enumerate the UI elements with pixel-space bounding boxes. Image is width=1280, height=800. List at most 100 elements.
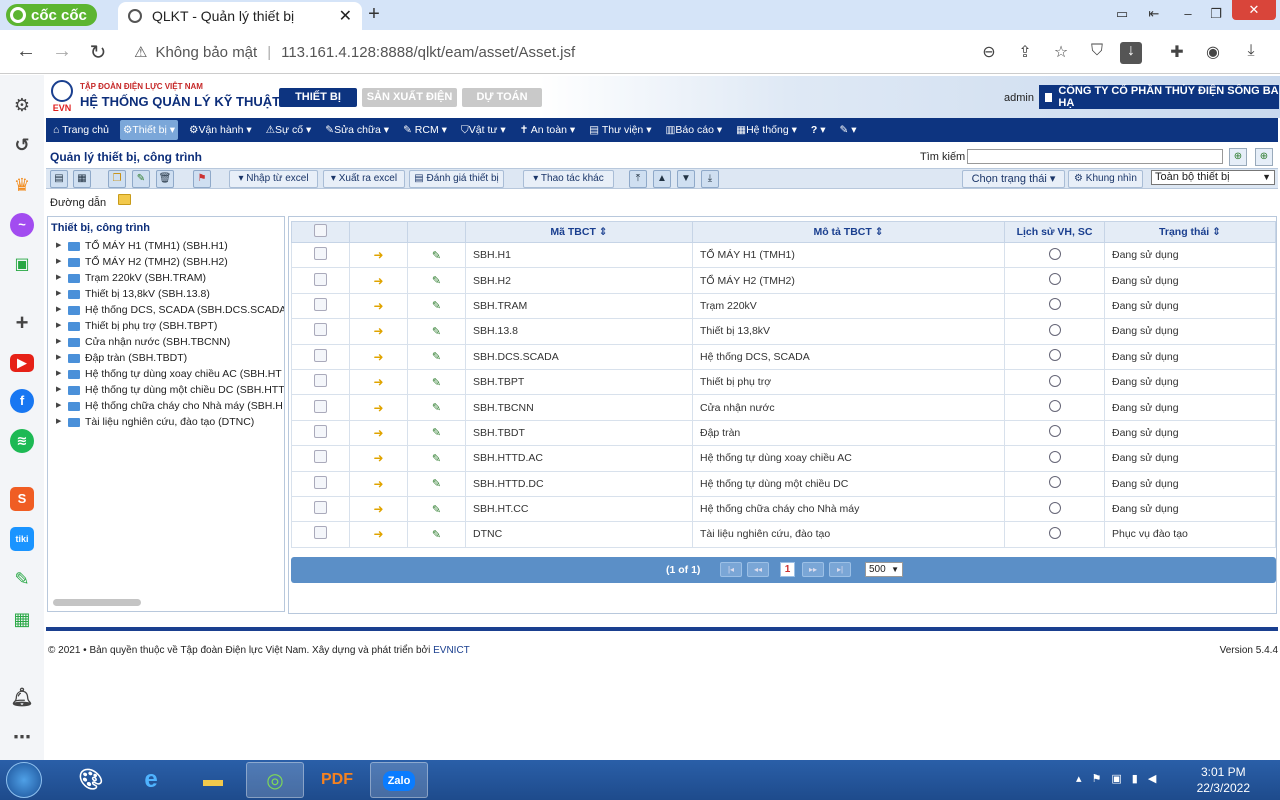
- tool-icon[interactable]: ✎: [10, 567, 34, 591]
- back-icon[interactable]: ←: [14, 40, 38, 63]
- row-edit-cell[interactable]: ✎: [407, 343, 466, 370]
- edit-pencil-icon[interactable]: ✎: [432, 402, 441, 414]
- table-row[interactable]: ➜ ✎ SBH.13.8 Thiết bị 13,8kV Đang sử dụng: [291, 318, 1276, 345]
- menu-su-co[interactable]: ⚠Sự cố ▾: [263, 120, 315, 140]
- row-checkbox[interactable]: [314, 247, 327, 261]
- restore-button[interactable]: ❐: [1202, 4, 1230, 24]
- shopee-icon[interactable]: S: [10, 487, 34, 511]
- prev-page-button[interactable]: ◂◂: [747, 562, 769, 577]
- browser-tab[interactable]: QLKT - Quản lý thiết bị ✕: [118, 2, 362, 30]
- code-column-header[interactable]: Mã TBCT ⇕: [465, 221, 693, 243]
- row-select-cell[interactable]: [291, 368, 350, 396]
- back-arrow-icon[interactable]: ⇤: [1140, 4, 1168, 24]
- minimize-button[interactable]: –: [1174, 4, 1202, 24]
- structure-icon[interactable]: ⚑: [193, 170, 211, 188]
- view-frame-button[interactable]: ⚙ Khung nhìn: [1068, 170, 1143, 188]
- other-actions-button[interactable]: ▾ Thao tác khác: [523, 170, 614, 188]
- paint-icon[interactable]: 🎨︎: [62, 762, 120, 798]
- shield-icon[interactable]: ⛉: [1086, 42, 1108, 64]
- edit-pencil-icon[interactable]: ✎: [432, 453, 441, 465]
- history-cell[interactable]: [1004, 470, 1105, 497]
- row-select-cell[interactable]: [291, 267, 350, 294]
- menu-help[interactable]: ? ▾: [808, 120, 829, 140]
- more-icon[interactable]: ⋯: [10, 725, 34, 749]
- history-clock-icon[interactable]: [1048, 273, 1061, 286]
- row-select-cell[interactable]: [291, 521, 350, 548]
- history-cell[interactable]: [1004, 445, 1105, 472]
- row-edit-cell[interactable]: ✎: [407, 394, 466, 421]
- row-go-cell[interactable]: ➜: [349, 445, 408, 472]
- menu-thu-vien[interactable]: ▤ Thư viện ▾: [586, 120, 654, 140]
- menu-an-toan[interactable]: ✝ An toàn ▾: [517, 120, 579, 140]
- row-go-cell[interactable]: ➜: [349, 419, 408, 447]
- table-row[interactable]: ➜ ✎ SBH.H2 TỔ MÁY H2 (TMH2) Đang sử dụng: [291, 267, 1276, 294]
- expand-arrow-icon[interactable]: ▶: [56, 319, 68, 333]
- desc-column-header[interactable]: Mô tả TBCT ⇕: [692, 221, 1005, 243]
- table-row[interactable]: ➜ ✎ SBH.H1 TỔ MÁY H1 (TMH1) Đang sử dụng: [291, 241, 1276, 269]
- history-cell[interactable]: [1004, 318, 1105, 345]
- tree-node[interactable]: ▶ Thiết bị phụ trợ (SBH.TBPT): [56, 319, 217, 333]
- delete-icon[interactable]: 🗑︎: [156, 170, 174, 188]
- ie-icon[interactable]: e: [122, 762, 180, 798]
- table-row[interactable]: ➜ ✎ SBH.HTTD.DC Hệ thống tự dùng một chiều …: [291, 470, 1276, 497]
- download-video-icon[interactable]: ↓: [1120, 42, 1142, 64]
- close-tab-icon[interactable]: ✕: [339, 6, 352, 26]
- history-cell[interactable]: [1004, 241, 1105, 269]
- row-checkbox[interactable]: [314, 501, 327, 515]
- row-select-cell[interactable]: [291, 445, 350, 472]
- tree-node[interactable]: ▶ Thiết bị 13,8kV (SBH.13.8): [56, 287, 210, 301]
- url-field[interactable]: ⚠ Không bảo mật | 113.161.4.128:8888/qlk…: [124, 36, 960, 68]
- facebook-icon[interactable]: f: [10, 389, 34, 413]
- history-cell[interactable]: [1004, 292, 1105, 320]
- tree-node[interactable]: ▶ Đập tràn (SBH.TBDT): [56, 351, 187, 365]
- row-select-cell[interactable]: [291, 394, 350, 421]
- move-up-icon[interactable]: ▲: [653, 170, 671, 188]
- edit-pencil-icon[interactable]: ✎: [432, 275, 441, 287]
- expand-arrow-icon[interactable]: ▶: [56, 239, 68, 253]
- row-select-cell[interactable]: [291, 241, 350, 269]
- tree-node[interactable]: ▶ Tài liệu nghiên cứu, đào tạo (DTNC): [56, 415, 254, 429]
- status-column-header[interactable]: Trạng thái ⇕: [1104, 221, 1276, 243]
- row-go-cell[interactable]: ➜: [349, 495, 408, 523]
- move-top-icon[interactable]: ⤒: [629, 170, 647, 188]
- row-go-cell[interactable]: ➜: [349, 318, 408, 345]
- menu-bao-cao[interactable]: ▥Báo cáo ▾: [662, 120, 725, 140]
- history-cell[interactable]: [1004, 495, 1105, 523]
- expand-arrow-icon[interactable]: ▶: [56, 399, 68, 413]
- expand-arrow-icon[interactable]: ▶: [56, 287, 68, 301]
- downloads-icon[interactable]: ⤓: [1240, 42, 1262, 64]
- row-select-cell[interactable]: [291, 495, 350, 523]
- table-row[interactable]: ➜ ✎ SBH.TBDT Đập tràn Đang sử dụng: [291, 419, 1276, 447]
- row-select-cell[interactable]: [291, 318, 350, 345]
- go-arrow-icon[interactable]: ➜: [373, 401, 383, 415]
- coccoc-taskbar-icon[interactable]: ◎: [246, 762, 304, 798]
- tree-node[interactable]: ▶ Hệ thống chữa cháy cho Nhà máy (SBH.H: [56, 399, 283, 413]
- history-clock-icon[interactable]: [1048, 374, 1061, 387]
- row-go-cell[interactable]: ➜: [349, 267, 408, 294]
- history-clock-icon[interactable]: [1048, 298, 1061, 311]
- notification-bell-icon[interactable]: 🔔︎: [10, 685, 34, 709]
- first-page-button[interactable]: |◂: [720, 562, 742, 577]
- history-cell[interactable]: [1004, 419, 1105, 447]
- zoom-out-icon[interactable]: ⊖: [978, 42, 1000, 64]
- row-edit-cell[interactable]: ✎: [407, 445, 466, 472]
- start-button[interactable]: [6, 762, 42, 798]
- explorer-icon[interactable]: ▬: [184, 762, 242, 798]
- expand-arrow-icon[interactable]: ▶: [56, 367, 68, 381]
- history-cell[interactable]: [1004, 343, 1105, 370]
- history-clock-icon[interactable]: [1048, 400, 1061, 413]
- row-go-cell[interactable]: ➜: [349, 368, 408, 396]
- table-row[interactable]: ➜ ✎ SBH.TRAM Trạm 220kV Đang sử dụng: [291, 292, 1276, 320]
- share-icon[interactable]: ⇪: [1014, 42, 1036, 64]
- system-tray[interactable]: ▴⚑▣▮◀: [1076, 772, 1166, 785]
- row-checkbox[interactable]: [314, 348, 327, 362]
- tab-san-xuat-dien[interactable]: SẢN XUẤT ĐIỆN: [362, 88, 457, 107]
- history-clock-icon[interactable]: [1048, 476, 1061, 489]
- row-edit-cell[interactable]: ✎: [407, 470, 466, 497]
- row-go-cell[interactable]: ➜: [349, 394, 408, 421]
- bookmark-star-icon[interactable]: ☆: [1050, 42, 1072, 64]
- table-row[interactable]: ➜ ✎ SBH.TBCNN Cửa nhận nước Đang sử dụng: [291, 394, 1276, 421]
- history-cell[interactable]: [1004, 368, 1105, 396]
- history-cell[interactable]: [1004, 394, 1105, 421]
- profile-icon[interactable]: ◉: [1202, 42, 1224, 64]
